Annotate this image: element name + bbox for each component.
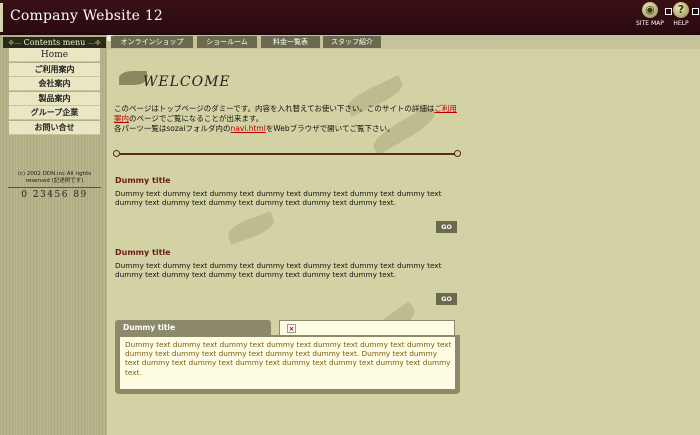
- box-body: Dummy text dummy text dummy text dummy t…: [125, 340, 452, 377]
- sidebar-item-guide[interactable]: ご利用案内: [9, 62, 100, 77]
- tab-staff[interactable]: スタッフ紹介: [323, 36, 381, 48]
- sidebar-item-products[interactable]: 製品案内: [9, 91, 100, 106]
- ornament-right-icon: —✤: [87, 39, 101, 47]
- box-content: Dummy text dummy text dummy text dummy t…: [120, 337, 455, 389]
- help-button[interactable]: ? HELP: [673, 2, 689, 27]
- welcome-heading: WELCOME: [143, 74, 231, 90]
- content-section: Dummy title Dummy text dummy text dummy …: [115, 248, 460, 279]
- content-section: Dummy title Dummy text dummy text dummy …: [115, 176, 460, 207]
- phone-number: 0 23456 89: [21, 190, 88, 200]
- featured-box: Dummy title × Dummy text dummy text dumm…: [115, 320, 460, 394]
- broken-image-icon: ×: [287, 324, 296, 333]
- help-label: HELP: [673, 20, 689, 27]
- leaf-decoration-icon: [225, 211, 277, 245]
- tab-online-shop[interactable]: オンラインショップ: [111, 36, 193, 48]
- header: Company Website 12 ◉ SITE MAP ? HELP: [0, 0, 700, 35]
- intro-text-2: のページでご覧になることが出来ます。: [129, 114, 264, 123]
- go-button[interactable]: GO: [436, 293, 457, 305]
- section-title: Dummy title: [115, 176, 171, 185]
- tab-showroom[interactable]: ショールーム: [197, 36, 257, 48]
- help-icon: ?: [673, 2, 689, 18]
- intro-text-1: このページはトップページのダミーです。内容を入れ替えてお使い下さい。このサイトの…: [114, 104, 435, 113]
- sitemap-label: SITE MAP: [636, 20, 664, 27]
- divider-cap-icon: [454, 150, 461, 157]
- tab-price-list[interactable]: 料金一覧表: [261, 36, 320, 48]
- intro-text-3: 各パーツ一覧はsozaiフォルダ内の: [114, 124, 231, 133]
- contents-menu-title: ✤— Contents menu —✤: [3, 37, 106, 48]
- section-body: Dummy text dummy text dummy text dummy t…: [115, 189, 442, 208]
- navi-html-link[interactable]: navi.html: [230, 124, 265, 133]
- help-box-icon[interactable]: [692, 8, 699, 15]
- copyright: (c) 2002 DDN.inc All rights reserved (記述…: [8, 171, 101, 188]
- sidebar-item-contact[interactable]: お問い合せ: [9, 120, 100, 135]
- main-content: WELCOME このページはトップページのダミーです。内容を入れ替えてお使い下さ…: [107, 49, 700, 435]
- header-left-bar: [0, 3, 3, 32]
- section-body: Dummy text dummy text dummy text dummy t…: [115, 261, 442, 280]
- copyright-line2: reserved (記述例です): [25, 178, 84, 184]
- sidebar-item-company[interactable]: 会社案内: [9, 77, 100, 91]
- divider: [113, 150, 461, 157]
- intro-text: このページはトップページのダミーです。内容を入れ替えてお使い下さい。このサイトの…: [114, 104, 459, 134]
- sidebar: ✤— Contents menu —✤ Home ご利用案内 会社案内 製品案内…: [0, 35, 107, 435]
- sidebar-item-group[interactable]: グループ企業: [9, 106, 100, 120]
- sitemap-button[interactable]: ◉ SITE MAP: [636, 2, 664, 27]
- sitemap-box-icon[interactable]: [665, 8, 672, 15]
- eye-icon: ◉: [641, 2, 658, 18]
- copyright-divider: [8, 187, 101, 188]
- contents-menu-label: Contents menu: [23, 38, 86, 47]
- go-button[interactable]: GO: [436, 221, 457, 233]
- site-title[interactable]: Company Website 12: [10, 8, 163, 24]
- divider-cap-icon: [113, 150, 120, 157]
- sidebar-menu: Home ご利用案内 会社案内 製品案内 グループ企業 お問い合せ: [9, 48, 100, 135]
- copyright-line1: (c) 2002 DDN.inc All rights: [17, 171, 92, 177]
- section-title: Dummy title: [115, 248, 171, 257]
- box-title: Dummy title: [115, 320, 271, 336]
- image-placeholder: ×: [279, 320, 455, 336]
- sidebar-item-home[interactable]: Home: [9, 48, 100, 62]
- intro-text-4: をWebブラウザで開いてご覧下さい。: [265, 124, 395, 133]
- ornament-left-icon: ✤—: [8, 39, 22, 47]
- top-nav: オンラインショップ ショールーム 料金一覧表 スタッフ紹介: [107, 35, 700, 49]
